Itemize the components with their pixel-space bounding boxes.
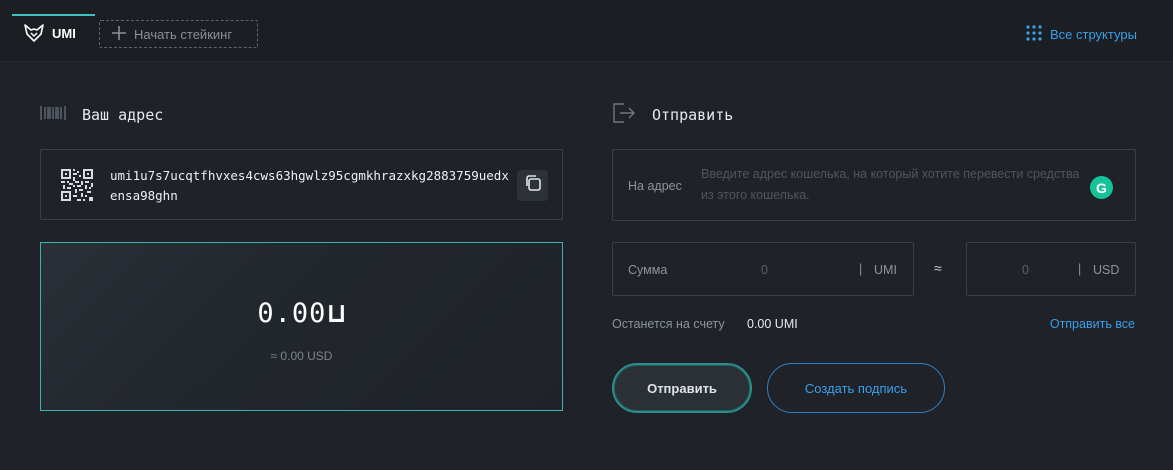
amount-umi-field[interactable]: Сумма 0 | UMI xyxy=(612,242,914,296)
send-all-link[interactable]: Отправить все xyxy=(1050,317,1135,331)
amount-umi-unit: UMI xyxy=(874,263,897,277)
tab-umi-label: UMI xyxy=(52,25,76,41)
recipient-address-label: На адрес xyxy=(628,179,682,193)
qr-code-icon[interactable] xyxy=(60,168,94,202)
approx-sign: ≈ xyxy=(934,260,942,276)
grid-dots-icon xyxy=(1026,24,1042,44)
copy-address-button[interactable] xyxy=(517,170,548,201)
create-signature-button[interactable]: Создать подпись xyxy=(767,363,945,413)
send-arrow-icon xyxy=(612,103,636,127)
wallet-address[interactable]: umi1u7s7ucqtfhvxes4cws63hgwlz95cgmkhrazx… xyxy=(110,166,510,206)
amount-label: Сумма xyxy=(628,263,668,277)
start-staking-label: Начать стейкинг xyxy=(134,26,233,42)
address-box: umi1u7s7ucqtfhvxes4cws63hgwlz95cgmkhrazx… xyxy=(40,149,563,220)
tab-umi[interactable]: UMI xyxy=(12,14,95,50)
remaining-label: Останется на счету xyxy=(612,317,725,331)
grammarly-icon[interactable]: G xyxy=(1090,176,1113,199)
amount-umi-separator: | xyxy=(859,262,863,276)
address-section-title: Ваш адрес xyxy=(82,106,164,124)
all-structures-label: Все структуры xyxy=(1050,26,1137,42)
all-structures-link[interactable]: Все структуры xyxy=(1018,20,1173,48)
balance-amount: 0.00⊔ xyxy=(41,298,562,329)
send-section-title: Отправить xyxy=(652,106,734,124)
remaining-value: 0.00 UMI xyxy=(747,317,798,331)
amount-usd-input[interactable]: 0 xyxy=(1022,263,1029,277)
top-bar: UMI Начать стейкинг Все структуры xyxy=(0,0,1173,62)
plus-icon xyxy=(112,24,126,44)
balance-card: 0.00⊔ ≈ 0.00 USD xyxy=(40,242,563,411)
address-section-header: Ваш адрес xyxy=(40,103,163,127)
umi-currency-icon: ⊔ xyxy=(328,298,346,329)
barcode-icon xyxy=(40,103,66,127)
recipient-address-field[interactable]: На адрес Введите адрес кошелька, на кото… xyxy=(612,149,1136,221)
send-button[interactable]: Отправить xyxy=(612,363,752,413)
recipient-address-input[interactable]: Введите адрес кошелька, на который хотит… xyxy=(701,164,1086,206)
balance-usd: ≈ 0.00 USD xyxy=(270,349,333,363)
balance-value: 0.00 xyxy=(257,298,327,329)
amount-usd-separator: | xyxy=(1078,262,1082,276)
copy-icon xyxy=(524,174,542,197)
umi-fox-logo-icon xyxy=(24,24,44,42)
amount-usd-unit: USD xyxy=(1093,263,1120,277)
amount-umi-input[interactable]: 0 xyxy=(761,263,768,277)
amount-usd-field[interactable]: 0 | USD xyxy=(966,242,1136,296)
send-section-header: Отправить xyxy=(612,103,733,127)
start-staking-button[interactable]: Начать стейкинг xyxy=(99,20,258,48)
